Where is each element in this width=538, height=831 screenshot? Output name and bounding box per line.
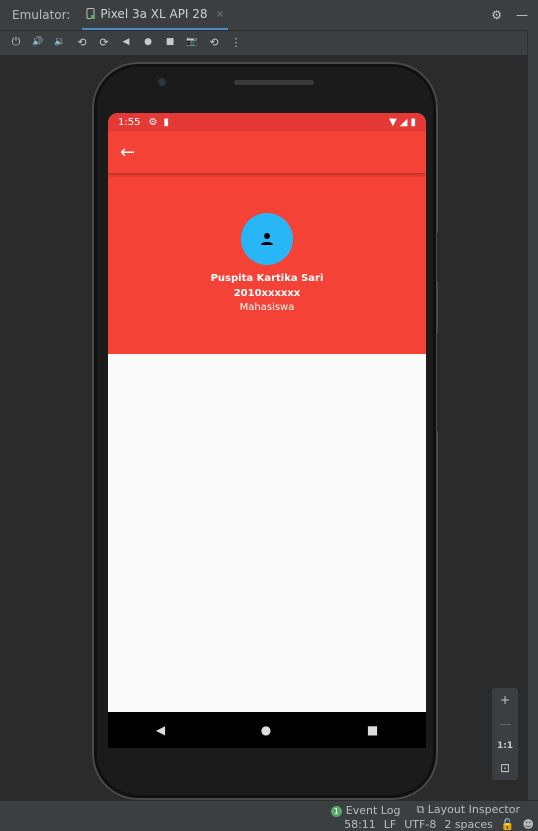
- nav-recents-button[interactable]: ■: [367, 723, 378, 737]
- profile-name: Puspita Kartika Sari: [210, 273, 324, 284]
- ide-status-bar: 1 Event Log ⧉ Layout Inspector 58:11 LF U…: [0, 800, 538, 831]
- phone-screen: 1:55 ⚙ ▮ ▼ ◢ ▮ ← Puspita Kartika Sari 20…: [108, 113, 426, 712]
- battery-icon: ▮: [410, 116, 416, 128]
- profile-header: Puspita Kartika Sari 2010xxxxxx Mahasisw…: [108, 173, 426, 354]
- status-time: 1:55: [118, 116, 141, 128]
- lock-icon[interactable]: 🔓: [501, 818, 515, 831]
- rotate-left-icon[interactable]: ⟲: [76, 36, 88, 49]
- android-studio-emulator-window: Emulator: Pixel 3a XL API 28 × ⚙ — ⏻ 🔊 🔉…: [0, 0, 538, 831]
- home-icon[interactable]: ●: [142, 37, 154, 47]
- right-tool-strip: [527, 30, 538, 800]
- device-tab[interactable]: Pixel 3a XL API 28 ×: [82, 0, 228, 30]
- line-separator[interactable]: LF: [384, 818, 396, 831]
- layout-inspector-label: Layout Inspector: [427, 803, 520, 816]
- device-icon: [86, 8, 96, 19]
- profile-nim: 2010xxxxxx: [233, 288, 301, 299]
- power-button: [437, 332, 441, 432]
- tab-close-icon[interactable]: ×: [216, 9, 224, 20]
- front-camera: [158, 78, 166, 86]
- volume-button: [437, 232, 441, 282]
- avatar: [241, 213, 293, 265]
- file-encoding[interactable]: UTF-8: [404, 818, 436, 831]
- power-icon[interactable]: ⏻: [10, 35, 22, 49]
- earpiece-speaker: [234, 80, 314, 85]
- zoom-in-button[interactable]: +: [500, 693, 510, 707]
- event-log-button[interactable]: 1 Event Log: [330, 803, 401, 817]
- emulator-tab-bar: Emulator: Pixel 3a XL API 28 × ⚙ —: [0, 0, 538, 31]
- content-area: [108, 354, 426, 712]
- more-icon[interactable]: ⋮: [230, 36, 242, 49]
- indent-setting[interactable]: 2 spaces: [444, 818, 493, 831]
- back-icon[interactable]: ◀: [120, 37, 132, 47]
- layout-inspector-icon: ⧉: [416, 803, 428, 816]
- layout-inspector-button[interactable]: ⧉ Layout Inspector: [416, 803, 520, 817]
- zoom-out-button[interactable]: —: [499, 717, 511, 731]
- nav-home-button[interactable]: ●: [261, 723, 271, 737]
- event-log-label: Event Log: [345, 803, 401, 817]
- rotate-right-icon[interactable]: ⟳: [98, 36, 110, 49]
- emulator-toolbar: ⏻ 🔊 🔉 ⟲ ⟳ ◀ ● ■ 📷 ⟲ ⋮: [0, 31, 538, 53]
- back-arrow-icon[interactable]: ←: [120, 142, 135, 163]
- phone-frame: 1:55 ⚙ ▮ ▼ ◢ ▮ ← Puspita Kartika Sari 20…: [92, 62, 441, 800]
- settings-status-icon: ⚙: [148, 116, 158, 128]
- event-log-badge: 1: [330, 805, 342, 817]
- wifi-icon: ▼: [389, 116, 397, 128]
- overview-icon[interactable]: ■: [164, 37, 176, 47]
- snapshot-icon[interactable]: ⟲: [208, 36, 220, 49]
- minimize-icon[interactable]: —: [516, 8, 528, 22]
- signal-icon: ◢: [399, 116, 408, 128]
- zoom-controls: + — 1:1 ⊡: [492, 688, 518, 780]
- settings-icon[interactable]: ⚙: [491, 8, 502, 22]
- app-bar: ←: [108, 131, 426, 173]
- nav-back-button[interactable]: ◀: [156, 723, 165, 737]
- screenshot-icon[interactable]: 📷: [186, 37, 198, 47]
- android-nav-bar: ◀ ● ■: [108, 712, 426, 748]
- sd-card-status-icon: ▮: [163, 116, 169, 128]
- device-tab-label: Pixel 3a XL API 28: [100, 7, 208, 21]
- cursor-position[interactable]: 58:11: [344, 818, 376, 831]
- volume-down-icon[interactable]: 🔉: [54, 37, 66, 47]
- inspector-face-icon[interactable]: ☻: [523, 818, 534, 831]
- zoom-actual-size-button[interactable]: 1:1: [497, 741, 513, 751]
- emulator-label: Emulator:: [12, 8, 71, 22]
- zoom-fit-button[interactable]: ⊡: [500, 761, 510, 775]
- person-icon: [261, 233, 273, 245]
- volume-up-icon[interactable]: 🔊: [32, 37, 44, 47]
- profile-role: Mahasiswa: [239, 302, 295, 313]
- android-status-bar: 1:55 ⚙ ▮ ▼ ◢ ▮: [108, 113, 426, 131]
